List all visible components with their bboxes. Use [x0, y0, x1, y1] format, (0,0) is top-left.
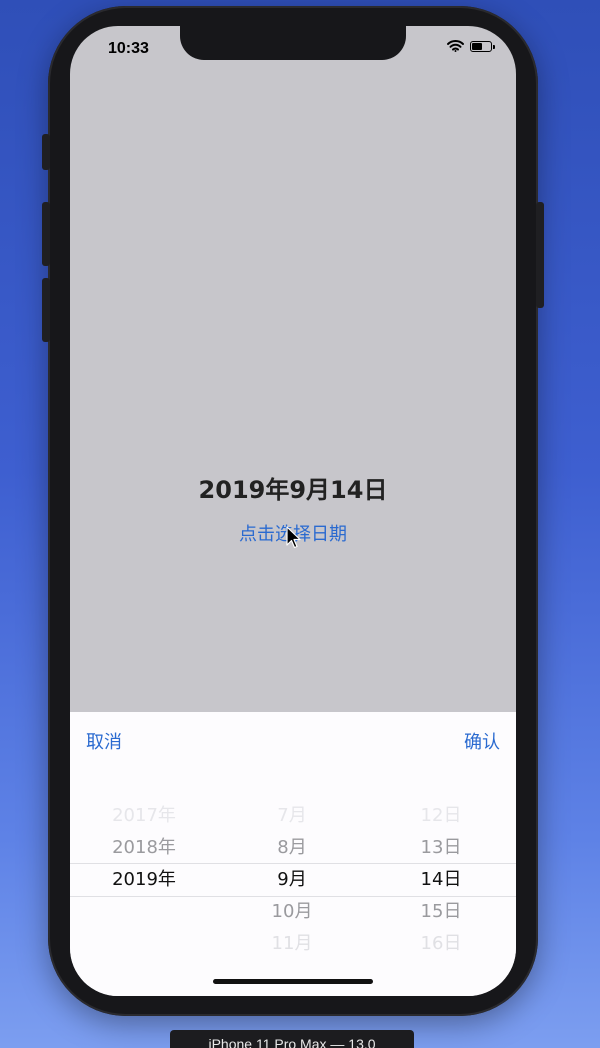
- date-picker-sheet: 取消 确认 2017年 2018年 2019年 7月 8月 9月 10月 11月…: [70, 712, 516, 996]
- status-time: 10:33: [108, 40, 149, 57]
- home-indicator[interactable]: [213, 979, 373, 984]
- month-column[interactable]: 7月 8月 9月 10月 11月: [222, 800, 362, 960]
- mouse-cursor-icon: [286, 526, 301, 549]
- wifi-icon: [447, 40, 464, 52]
- status-icons: [447, 40, 495, 52]
- confirm-button[interactable]: 确认: [464, 728, 500, 754]
- year-option-selected[interactable]: 2019年: [74, 864, 214, 896]
- day-column[interactable]: 12日 13日 14日 15日 16日: [371, 800, 511, 960]
- day-option[interactable]: 13日: [371, 832, 511, 864]
- month-option[interactable]: 10月: [222, 896, 362, 928]
- simulator-device-label: iPhone 11 Pro Max — 13.0: [170, 1030, 414, 1048]
- phone-screen: 10:33 2019年9月14日 点击选择日期 取消 确认 2017年 2018…: [70, 26, 516, 996]
- volume-up-button: [42, 202, 50, 266]
- day-option[interactable]: 12日: [371, 800, 511, 832]
- cancel-button[interactable]: 取消: [86, 728, 122, 754]
- month-option-selected[interactable]: 9月: [222, 864, 362, 896]
- year-option[interactable]: 2018年: [74, 832, 214, 864]
- day-option-selected[interactable]: 14日: [371, 864, 511, 896]
- year-option[interactable]: [74, 928, 214, 960]
- month-option[interactable]: 7月: [222, 800, 362, 832]
- year-option[interactable]: 2017年: [74, 800, 214, 832]
- year-column[interactable]: 2017年 2018年 2019年: [74, 800, 214, 960]
- day-option[interactable]: 15日: [371, 896, 511, 928]
- mute-switch: [42, 134, 50, 170]
- selected-date-label: 2019年9月14日: [198, 476, 388, 504]
- year-option[interactable]: [74, 896, 214, 928]
- notch: [180, 26, 406, 60]
- battery-icon: [470, 40, 495, 52]
- power-button: [536, 202, 544, 308]
- volume-down-button: [42, 278, 50, 342]
- month-option[interactable]: 11月: [222, 928, 362, 960]
- day-option[interactable]: 16日: [371, 928, 511, 960]
- month-option[interactable]: 8月: [222, 832, 362, 864]
